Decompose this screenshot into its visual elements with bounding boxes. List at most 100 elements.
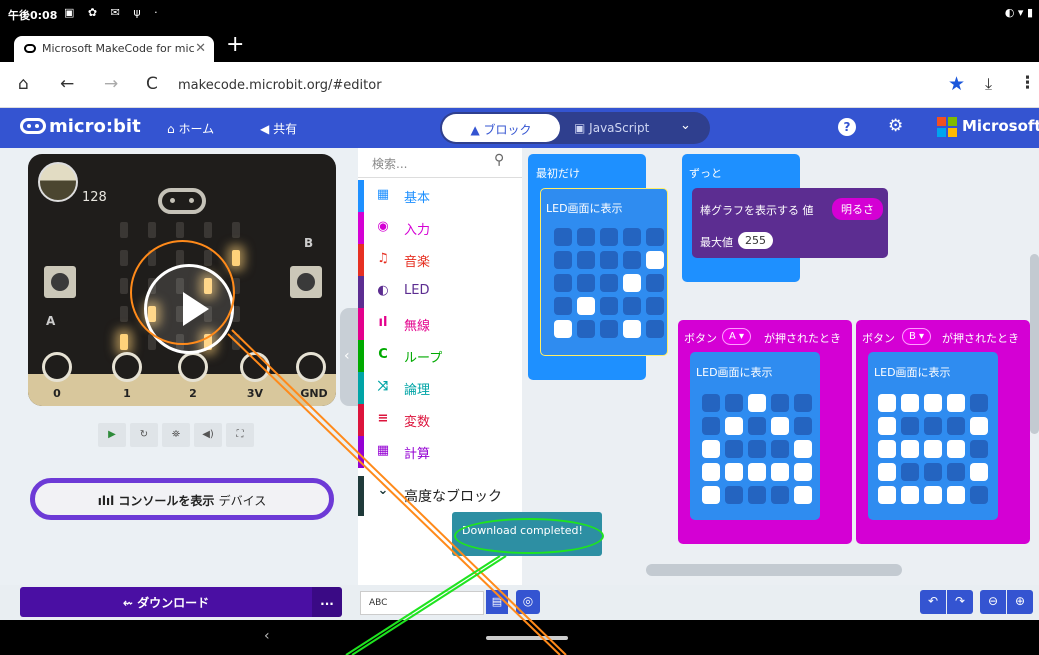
led-cell[interactable] [878, 440, 896, 458]
led-cell[interactable] [725, 486, 743, 504]
led-cell[interactable] [702, 463, 720, 481]
led-cell[interactable] [970, 486, 988, 504]
restart-icon[interactable]: ↻ [130, 423, 158, 447]
led-cell[interactable] [623, 274, 641, 292]
led-cell[interactable] [947, 463, 965, 481]
download-button[interactable]: ⇜ ダウンロード [20, 587, 312, 617]
button-a-dropdown[interactable]: A ▾ [722, 328, 752, 345]
led-cell[interactable] [970, 417, 988, 435]
led-cell[interactable] [577, 297, 595, 315]
led-cell[interactable] [646, 297, 664, 315]
mute-icon[interactable]: ◀) [194, 423, 222, 447]
led-cell[interactable] [600, 228, 618, 246]
microsoft-label[interactable]: Microsoft [962, 117, 1039, 135]
led-cell[interactable] [554, 297, 572, 315]
led-cell[interactable] [577, 274, 595, 292]
led-cell[interactable] [878, 463, 896, 481]
led-cell[interactable] [748, 440, 766, 458]
zoom-in-icon[interactable]: ⊕ [1007, 590, 1033, 614]
led-cell[interactable] [748, 394, 766, 412]
led-cell[interactable] [623, 320, 641, 338]
blocks-tab[interactable]: ▲ ブロック [442, 114, 560, 142]
horizontal-scrollbar[interactable] [646, 564, 902, 576]
button-b[interactable] [290, 266, 322, 298]
new-tab-button[interactable]: + [226, 32, 244, 57]
led-cell[interactable] [646, 320, 664, 338]
led-grid-b[interactable] [878, 394, 988, 504]
category-headphones[interactable]: ♫ 音楽 [358, 244, 522, 276]
undo-icon[interactable]: ↶ [920, 590, 946, 614]
led-cell[interactable] [748, 486, 766, 504]
gear-icon[interactable]: ⚙ [888, 116, 903, 136]
led-cell[interactable] [623, 297, 641, 315]
forward-icon[interactable]: → [104, 74, 118, 94]
led-cell[interactable] [970, 440, 988, 458]
led-grid-a[interactable] [702, 394, 812, 504]
category-shuffle[interactable]: ⤨ 論理 [358, 372, 522, 404]
reload-icon[interactable]: C [146, 74, 158, 94]
led-cell[interactable] [794, 463, 812, 481]
led-cell[interactable] [554, 274, 572, 292]
led-cell[interactable] [924, 440, 942, 458]
led-cell[interactable] [600, 251, 618, 269]
home-button[interactable]: ⌂ ホーム [167, 120, 214, 137]
led-cell[interactable] [702, 440, 720, 458]
led-cell[interactable] [924, 394, 942, 412]
led-cell[interactable] [554, 320, 572, 338]
vertical-scrollbar[interactable] [1030, 254, 1039, 434]
led-cell[interactable] [924, 486, 942, 504]
light-sensor-dial[interactable] [38, 162, 78, 202]
led-cell[interactable] [623, 251, 641, 269]
led-cell[interactable] [725, 417, 743, 435]
led-cell[interactable] [878, 417, 896, 435]
pin-0[interactable] [42, 352, 72, 382]
led-cell[interactable] [702, 486, 720, 504]
bookmark-star-icon[interactable]: ★ [948, 73, 965, 95]
led-cell[interactable] [600, 274, 618, 292]
led-cell[interactable] [924, 417, 942, 435]
led-cell[interactable] [702, 394, 720, 412]
led-cell[interactable] [794, 440, 812, 458]
led-cell[interactable] [878, 486, 896, 504]
play-icon[interactable]: ▶ [98, 423, 126, 447]
led-cell[interactable] [947, 440, 965, 458]
led-cell[interactable] [577, 228, 595, 246]
light-level-block[interactable]: 明るさ [832, 198, 883, 220]
led-cell[interactable] [748, 463, 766, 481]
led-cell[interactable] [771, 417, 789, 435]
share-button[interactable]: ◀ 共有 [260, 120, 297, 137]
pin-3v[interactable] [240, 352, 270, 382]
chevron-down-icon[interactable]: ⌄ [680, 118, 691, 133]
url-field[interactable]: makecode.microbit.org/#editor [178, 78, 382, 93]
search-input[interactable]: 検索... [372, 155, 407, 172]
pin-gnd[interactable] [296, 352, 326, 382]
toolbox-search[interactable]: 検索... ⚲ [358, 148, 522, 178]
led-cell[interactable] [901, 440, 919, 458]
category-loop[interactable]: C ループ [358, 340, 522, 372]
save-icon[interactable]: ▤ [486, 590, 508, 614]
led-cell[interactable] [577, 320, 595, 338]
led-cell[interactable] [554, 251, 572, 269]
category-list[interactable]: ≡ 変数 [358, 404, 522, 436]
led-cell[interactable] [794, 394, 812, 412]
back-icon[interactable]: ← [60, 74, 74, 94]
led-cell[interactable] [554, 228, 572, 246]
android-home-pill[interactable] [486, 636, 568, 640]
category-target[interactable]: ◉ 入力 [358, 212, 522, 244]
help-icon[interactable]: ? [838, 118, 856, 136]
led-cell[interactable] [970, 463, 988, 481]
category-signal[interactable]: ıl 無線 [358, 308, 522, 340]
download-icon[interactable]: ⤓ [985, 74, 992, 94]
led-cell[interactable] [646, 251, 664, 269]
led-cell[interactable] [771, 440, 789, 458]
search-icon[interactable]: ⚲ [494, 152, 504, 168]
touch-logo[interactable] [158, 188, 206, 214]
browser-tab[interactable]: Microsoft MakeCode for mic ✕ [14, 36, 214, 62]
led-cell[interactable] [794, 417, 812, 435]
browser-menu-icon[interactable]: ⋮ [1019, 73, 1036, 93]
led-cell[interactable] [623, 228, 641, 246]
category-calculator[interactable]: ▦ 計算 [358, 436, 522, 468]
led-cell[interactable] [771, 394, 789, 412]
led-cell[interactable] [901, 463, 919, 481]
led-cell[interactable] [600, 320, 618, 338]
